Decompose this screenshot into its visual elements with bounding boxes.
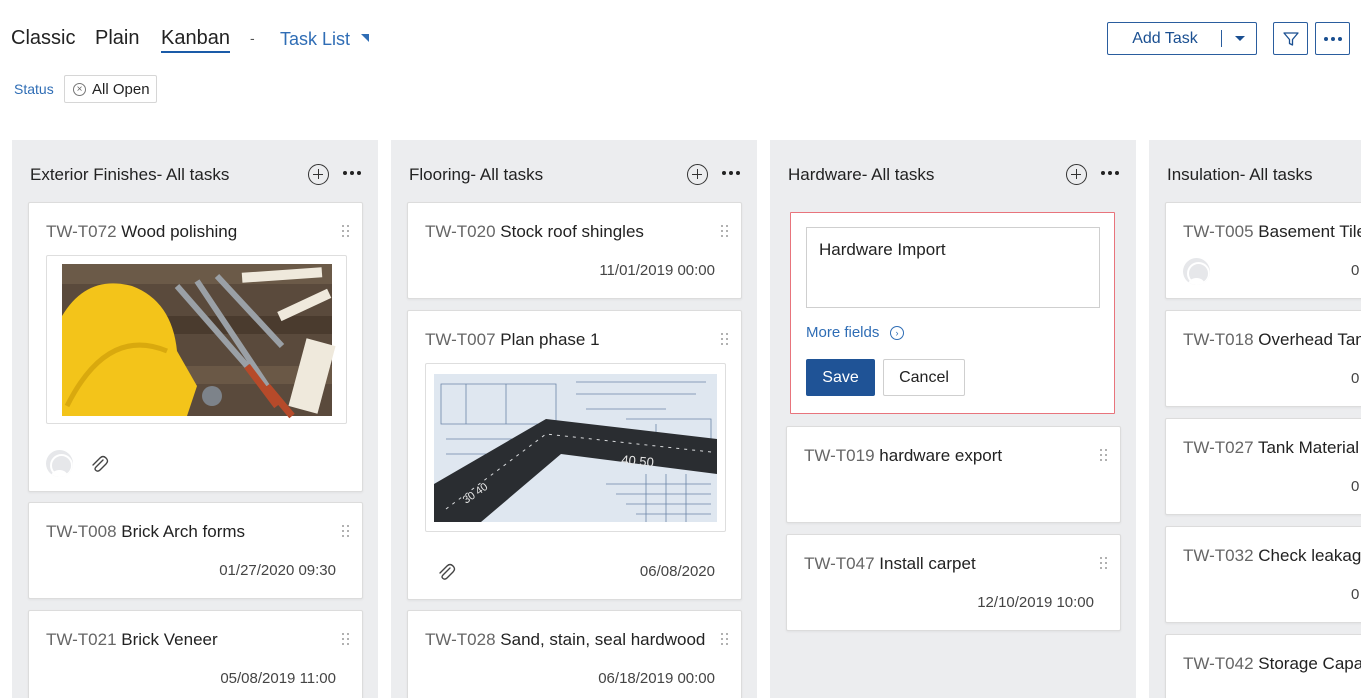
- task-due-date: 0: [1351, 262, 1360, 279]
- task-due-date: 0: [1351, 478, 1360, 495]
- task-title: TW-T032 Check leakage: [1183, 546, 1361, 565]
- task-card[interactable]: TW-T008 Brick Arch forms 01/27/2020 09:3…: [28, 502, 363, 599]
- add-task-button[interactable]: Add Task: [1108, 23, 1222, 54]
- task-due-date: 12/10/2019 10:00: [977, 594, 1094, 611]
- kanban-column-hardware: Hardware- All tasks More fields › Save C…: [770, 140, 1136, 698]
- drag-handle-icon[interactable]: [342, 225, 350, 238]
- add-card-icon[interactable]: [687, 164, 708, 185]
- add-card-icon[interactable]: [308, 164, 329, 185]
- svg-text:40 50: 40 50: [621, 452, 655, 470]
- more-options-button[interactable]: [1315, 22, 1350, 55]
- column-more-icon[interactable]: [722, 171, 740, 177]
- drag-handle-icon[interactable]: [342, 525, 350, 538]
- task-card[interactable]: TW-T020 Stock roof shingles 11/01/2019 0…: [407, 202, 742, 299]
- task-title: TW-T021 Brick Veneer: [46, 630, 218, 649]
- filter-icon: [1282, 31, 1299, 46]
- column-title: Exterior Finishes- All tasks: [30, 165, 230, 184]
- task-title: TW-T008 Brick Arch forms: [46, 522, 246, 541]
- task-title: TW-T028 Sand, stain, seal hardwood: [425, 630, 706, 649]
- assignee-avatar[interactable]: [46, 450, 73, 477]
- task-due-date: 01/27/2020 09:30: [219, 562, 336, 579]
- column-more-icon[interactable]: [1101, 171, 1119, 177]
- view-tab-classic[interactable]: Classic: [11, 27, 75, 50]
- filter-button[interactable]: [1273, 22, 1308, 55]
- task-list-dropdown[interactable]: Task List: [280, 29, 350, 50]
- cancel-button[interactable]: Cancel: [883, 359, 965, 396]
- task-card[interactable]: TW-T019 hardware export: [786, 426, 1121, 523]
- task-card[interactable]: TW-T027 Tank Material 0: [1165, 418, 1361, 515]
- more-fields-link[interactable]: More fields: [806, 324, 879, 341]
- attachment-icon[interactable]: [88, 453, 110, 475]
- view-tab-plain[interactable]: Plain: [95, 27, 139, 50]
- task-title: TW-T027 Tank Material: [1183, 438, 1360, 457]
- task-card[interactable]: TW-T028 Sand, stain, seal hardwood 06/18…: [407, 610, 742, 698]
- task-title: TW-T042 Storage Capac: [1183, 654, 1361, 673]
- assignee-avatar[interactable]: [1183, 258, 1210, 285]
- task-due-date: 11/01/2019 00:00: [599, 262, 715, 279]
- task-title: TW-T007 Plan phase 1: [425, 330, 600, 349]
- task-due-date: 0: [1351, 370, 1360, 387]
- kanban-column-exterior-finishes: Exterior Finishes- All tasks TW-T072 Woo…: [12, 140, 378, 698]
- column-title: Flooring- All tasks: [409, 165, 544, 184]
- kanban-column-insulation: Insulation- All tasks TW-T005 Basement T…: [1149, 140, 1361, 698]
- task-image[interactable]: [46, 255, 347, 424]
- column-more-icon[interactable]: [343, 171, 361, 177]
- drag-handle-icon[interactable]: [1100, 449, 1108, 462]
- task-card[interactable]: TW-T021 Brick Veneer 05/08/2019 11:00: [28, 610, 363, 698]
- add-task-button-group: Add Task: [1107, 22, 1257, 55]
- task-due-date: 06/18/2019 00:00: [598, 670, 715, 687]
- task-due-date: 06/08/2020: [639, 563, 715, 580]
- view-separator: -: [250, 30, 255, 46]
- task-card[interactable]: TW-T042 Storage Capac: [1165, 634, 1361, 698]
- task-title: TW-T020 Stock roof shingles: [425, 222, 644, 241]
- kanban-column-flooring: Flooring- All tasks TW-T020 Stock roof s…: [391, 140, 757, 698]
- column-title: Hardware- All tasks: [788, 165, 935, 184]
- task-title: TW-T019 hardware export: [804, 446, 1003, 465]
- add-task-dropdown-icon[interactable]: [1222, 23, 1257, 54]
- remove-filter-icon[interactable]: ×: [73, 83, 86, 96]
- drag-handle-icon[interactable]: [1100, 557, 1108, 570]
- task-card[interactable]: TW-T007 Plan phase 1 40 50 30 40 06/08/2…: [407, 310, 742, 600]
- drag-handle-icon[interactable]: [342, 633, 350, 646]
- task-title: TW-T018 Overhead Tan: [1183, 330, 1361, 349]
- attachment-icon[interactable]: [435, 561, 457, 583]
- task-list-caret-icon[interactable]: [361, 34, 369, 42]
- task-due-date: 0: [1351, 586, 1360, 603]
- column-title: Insulation- All tasks: [1167, 165, 1313, 184]
- drag-handle-icon[interactable]: [721, 633, 729, 646]
- task-card[interactable]: TW-T047 Install carpet 12/10/2019 10:00: [786, 534, 1121, 631]
- task-title: TW-T047 Install carpet: [804, 554, 976, 573]
- top-bar: Classic Plain Kanban - Task List Add Tas…: [0, 0, 1361, 75]
- blueprint-with-ruler-image: 40 50 30 40: [434, 374, 717, 522]
- status-filter-value: All Open: [92, 81, 150, 98]
- task-card[interactable]: TW-T005 Basement Tile 0: [1165, 202, 1361, 299]
- add-card-icon[interactable]: [1066, 164, 1087, 185]
- task-image[interactable]: 40 50 30 40: [425, 363, 726, 532]
- chevron-right-icon[interactable]: ›: [890, 326, 904, 340]
- view-tab-kanban[interactable]: Kanban: [161, 27, 230, 53]
- task-title: TW-T072 Wood polishing: [46, 222, 238, 241]
- task-title: TW-T005 Basement Tile: [1183, 222, 1361, 241]
- quick-add-task-form: More fields › Save Cancel: [790, 212, 1115, 414]
- task-card[interactable]: TW-T032 Check leakage 0: [1165, 526, 1361, 623]
- more-icon: [1323, 36, 1342, 41]
- drag-handle-icon[interactable]: [721, 333, 729, 346]
- tools-and-hard-hat-image: [62, 264, 336, 419]
- task-due-date: 05/08/2019 11:00: [220, 670, 336, 687]
- task-name-input[interactable]: [806, 227, 1100, 308]
- status-filter-chip[interactable]: × All Open: [64, 75, 157, 103]
- status-filter-label[interactable]: Status: [14, 81, 54, 97]
- task-card[interactable]: TW-T018 Overhead Tan 0: [1165, 310, 1361, 407]
- task-card[interactable]: TW-T072 Wood polishing: [28, 202, 363, 492]
- drag-handle-icon[interactable]: [721, 225, 729, 238]
- save-button[interactable]: Save: [806, 359, 875, 396]
